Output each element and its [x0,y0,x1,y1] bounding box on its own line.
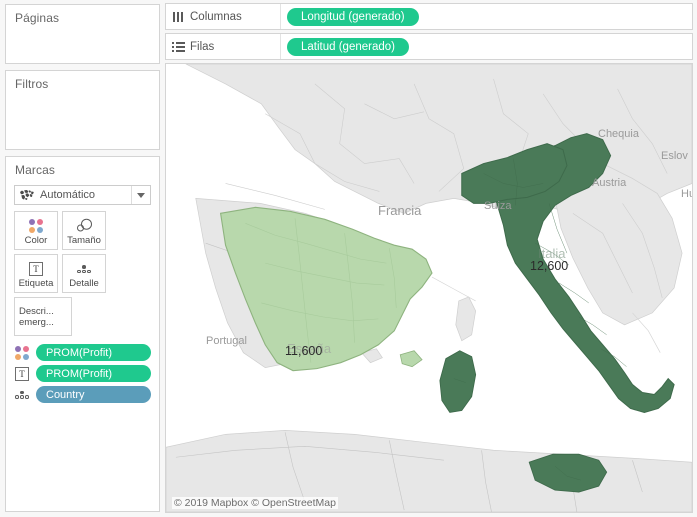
columns-bars-icon [166,11,190,22]
columns-shelf-label: Columnas [190,4,281,29]
map-canvas[interactable]: Francia Suiza Austria Chequia Eslov Hu P… [166,64,692,512]
tooltip-button-label-line1: Descri... [19,305,54,317]
marks-pill-label[interactable]: PROM(Profit) [36,365,151,382]
marks-pill-color[interactable]: PROM(Profit) [36,344,151,361]
label-t-icon: T [29,259,43,279]
map-geometry [166,64,692,512]
detail-button-label: Detalle [69,278,99,289]
world-map-icon [17,186,37,204]
filters-card[interactable]: Filtros [5,70,160,150]
marks-pill-row-label: T PROM(Profit) [12,365,151,382]
size-circles-icon [74,216,94,236]
filters-card-title: Filtros [15,77,49,91]
rows-shelf-field[interactable]: Latitud (generado) [281,37,692,56]
mark-type-label: Automático [40,189,96,201]
tooltip-button[interactable]: Descri... emerg... [14,297,72,336]
pages-card[interactable]: Páginas [5,4,160,64]
map-attribution[interactable]: © 2019 Mapbox © OpenStreetMap [172,497,338,509]
left-panel: Páginas Filtros Marcas Automático Color … [0,0,165,517]
detail-button[interactable]: Detalle [62,254,106,293]
label-button-label: Etiqueta [18,278,54,289]
columns-pill[interactable]: Longitud (generado) [287,7,419,26]
label-button[interactable]: T Etiqueta [14,254,58,293]
visualization-pane[interactable]: Francia Suiza Austria Chequia Eslov Hu P… [165,63,693,513]
right-panel: Columnas Longitud (generado) Filas Latit… [165,0,697,517]
size-button[interactable]: Tamaño [62,211,106,250]
color-dots-icon [12,345,32,360]
tableau-worksheet: Páginas Filtros Marcas Automático Color … [0,0,697,517]
tooltip-button-label-line2: emerg... [19,316,54,328]
columns-shelf-field[interactable]: Longitud (generado) [281,7,692,26]
marks-buttons: Color Tamaño T Etiqueta Detalle Descri..… [6,205,159,336]
marks-pill-list: PROM(Profit) T PROM(Profit) Country [6,336,159,403]
marks-card[interactable]: Marcas Automático Color Tamaño T Etiquet… [5,156,160,512]
marks-card-title: Marcas [15,163,55,177]
color-button-label: Color [24,235,48,246]
chevron-down-icon[interactable] [131,186,150,204]
marks-pill-row-color: PROM(Profit) [12,344,151,361]
marks-pill-row-detail: Country [12,386,151,403]
detail-dots-icon [77,259,91,279]
label-t-icon: T [12,366,32,381]
rows-shelf-label: Filas [190,34,281,59]
size-button-label: Tamaño [67,235,101,246]
rows-lines-icon [166,41,190,52]
color-dots-icon [29,216,43,236]
rows-pill[interactable]: Latitud (generado) [287,37,409,56]
marks-pill-detail[interactable]: Country [36,386,151,403]
detail-dots-icon [12,390,32,399]
color-button[interactable]: Color [14,211,58,250]
columns-shelf[interactable]: Columnas Longitud (generado) [165,3,693,30]
mark-type-dropdown[interactable]: Automático [14,185,151,205]
rows-shelf[interactable]: Filas Latitud (generado) [165,33,693,60]
pages-card-title: Páginas [15,11,60,25]
